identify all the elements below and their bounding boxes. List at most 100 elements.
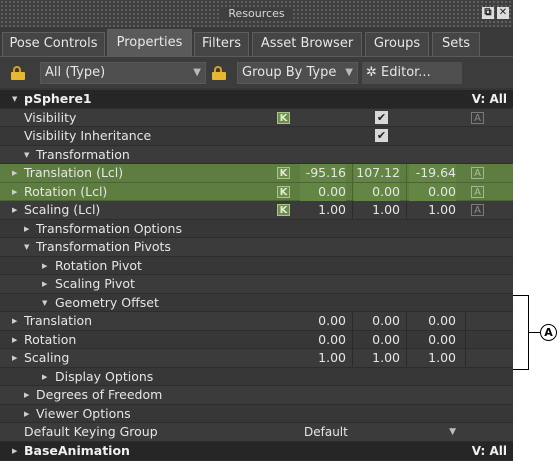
value-z[interactable]: 0.00 xyxy=(409,312,456,330)
object-header-psphere1[interactable]: ▼ pSphere1 V: All xyxy=(0,90,513,109)
collapsed-icon[interactable]: ▶ xyxy=(12,312,17,330)
tab-filters[interactable]: Filters xyxy=(194,32,249,56)
group-row-transformation[interactable]: ▼ Transformation xyxy=(0,145,513,164)
column-divider xyxy=(352,201,353,219)
property-row-visibility: Visibility K ✔ A xyxy=(0,108,513,127)
column-divider xyxy=(352,164,353,182)
collapsed-icon: ▶ xyxy=(42,261,48,270)
value-y[interactable]: 107.12 xyxy=(354,164,400,182)
column-divider xyxy=(406,201,407,219)
value-x[interactable]: 1.00 xyxy=(300,349,346,367)
value-z[interactable]: 0.00 xyxy=(409,331,456,349)
keying-group-dropdown[interactable]: Default ▼ xyxy=(300,423,464,441)
title-bar[interactable]: Resources ⧉ ✕ xyxy=(0,0,513,27)
expanded-icon: ▼ xyxy=(24,243,30,251)
animate-icon[interactable]: A xyxy=(471,111,484,124)
detach-icon[interactable]: ⧉ xyxy=(482,7,494,19)
animate-icon[interactable]: A xyxy=(471,204,484,216)
column-divider xyxy=(352,349,353,367)
value-z[interactable]: 1.00 xyxy=(409,201,456,219)
column-divider xyxy=(465,349,466,367)
collapsed-icon[interactable]: ▶ xyxy=(12,164,17,182)
group-row-display-options[interactable]: ▶ Display Options xyxy=(0,367,513,386)
property-row-translation-lcl: ▶ Translation (Lcl) K -95.16 107.12 -19.… xyxy=(0,164,513,183)
group-by-dropdown[interactable]: Group By Type ▼ xyxy=(237,62,358,84)
value-y[interactable]: 0.00 xyxy=(354,182,400,201)
animate-icon[interactable]: A xyxy=(471,185,484,198)
collapsed-icon[interactable]: ▶ xyxy=(12,183,17,201)
type-filter-dropdown[interactable]: All (Type) ▼ xyxy=(40,62,206,84)
property-label: Visibility xyxy=(24,109,77,125)
property-row-scaling-lcl: ▶ Scaling (Lcl) K 1.00 1.00 1.00 A xyxy=(0,201,513,220)
key-icon[interactable]: K xyxy=(277,204,290,216)
callout-label: A xyxy=(540,324,557,341)
collapsed-icon[interactable]: ▶ xyxy=(12,201,17,219)
property-label: Translation (Lcl) xyxy=(24,165,124,180)
group-label: Transformation xyxy=(36,146,130,162)
collapsed-icon: ▶ xyxy=(42,372,48,381)
collapsed-icon[interactable]: ▶ xyxy=(12,349,17,367)
group-label: Viewer Options xyxy=(36,405,131,421)
column-divider xyxy=(352,330,353,349)
column-divider xyxy=(406,182,407,201)
group-label: Transformation Options xyxy=(36,220,182,236)
object-visibility: V: All xyxy=(471,444,507,458)
property-row-geometry-translation: ▶ Translation 0.00 0.00 0.00 xyxy=(0,312,513,331)
value-y[interactable]: 0.00 xyxy=(354,331,400,349)
value-x[interactable]: 0.00 xyxy=(300,312,346,330)
value-z[interactable]: 1.00 xyxy=(409,349,456,367)
group-row-geometry-offset[interactable]: ▼ Geometry Offset xyxy=(0,293,513,312)
object-visibility: V: All xyxy=(471,92,507,106)
group-row-transformation-options[interactable]: ▶ Transformation Options xyxy=(0,219,513,238)
value-x[interactable]: 0.00 xyxy=(300,182,346,201)
value-x[interactable]: -95.16 xyxy=(300,164,346,182)
object-header-baseanimation[interactable]: ▶ BaseAnimation V: All xyxy=(0,442,513,461)
key-icon[interactable]: K xyxy=(277,185,290,198)
tab-groups[interactable]: Groups xyxy=(365,32,429,56)
group-label: Display Options xyxy=(55,368,154,384)
value-y[interactable]: 1.00 xyxy=(354,201,400,219)
animate-icon[interactable]: A xyxy=(471,167,484,179)
property-row-geometry-scaling: ▶ Scaling 1.00 1.00 1.00 xyxy=(0,349,513,368)
value-x[interactable]: 0.00 xyxy=(300,331,346,349)
value-y[interactable]: 1.00 xyxy=(354,349,400,367)
lock-icon[interactable] xyxy=(212,66,226,80)
column-divider xyxy=(406,164,407,182)
expanded-icon: ▼ xyxy=(42,298,48,307)
group-label: Degrees of Freedom xyxy=(36,387,163,402)
tab-pose-controls[interactable]: Pose Controls xyxy=(2,32,105,56)
tab-asset-browser[interactable]: Asset Browser xyxy=(252,32,362,56)
group-row-degrees-of-freedom[interactable]: ▶ Degrees of Freedom xyxy=(0,386,513,405)
collapsed-icon[interactable]: ▶ xyxy=(12,331,17,349)
tab-sets[interactable]: Sets xyxy=(432,32,480,56)
tab-properties[interactable]: Properties xyxy=(107,29,192,56)
column-divider xyxy=(465,312,466,330)
column-divider xyxy=(406,349,407,367)
close-icon[interactable]: ✕ xyxy=(497,7,509,19)
group-row-scaling-pivot[interactable]: ▶ Scaling Pivot xyxy=(0,275,513,294)
group-label: Geometry Offset xyxy=(55,294,159,310)
expanded-icon: ▼ xyxy=(24,150,30,159)
editor-button[interactable]: ✲ Editor... xyxy=(362,62,462,84)
group-row-viewer-options[interactable]: ▶ Viewer Options xyxy=(0,404,513,423)
properties-toolbar: All (Type) ▼ Group By Type ▼ ✲ Editor... xyxy=(0,56,513,89)
property-label: Rotation (Lcl) xyxy=(24,183,108,199)
value-y[interactable]: 0.00 xyxy=(354,312,400,330)
group-row-rotation-pivot[interactable]: ▶ Rotation Pivot xyxy=(0,256,513,275)
collapsed-icon: ▶ xyxy=(42,280,48,288)
chevron-down-icon: ▼ xyxy=(193,67,201,78)
visibility-inheritance-checkbox[interactable]: ✔ xyxy=(375,129,388,142)
lock-icon[interactable] xyxy=(11,66,25,80)
key-icon[interactable]: K xyxy=(277,167,290,179)
value-z[interactable]: -19.64 xyxy=(409,164,456,182)
value-z[interactable]: 0.00 xyxy=(409,182,456,201)
property-row-geometry-rotation: ▶ Rotation 0.00 0.00 0.00 xyxy=(0,330,513,349)
value-x[interactable]: 1.00 xyxy=(300,201,346,219)
property-row-default-keying-group: Default Keying Group Default ▼ xyxy=(0,423,513,442)
column-divider xyxy=(465,330,466,349)
property-label: Rotation xyxy=(24,331,77,347)
group-row-transformation-pivots[interactable]: ▼ Transformation Pivots xyxy=(0,238,513,257)
key-icon[interactable]: K xyxy=(277,111,290,124)
chevron-down-icon: ▼ xyxy=(345,67,353,78)
visibility-checkbox[interactable]: ✔ xyxy=(375,110,388,124)
